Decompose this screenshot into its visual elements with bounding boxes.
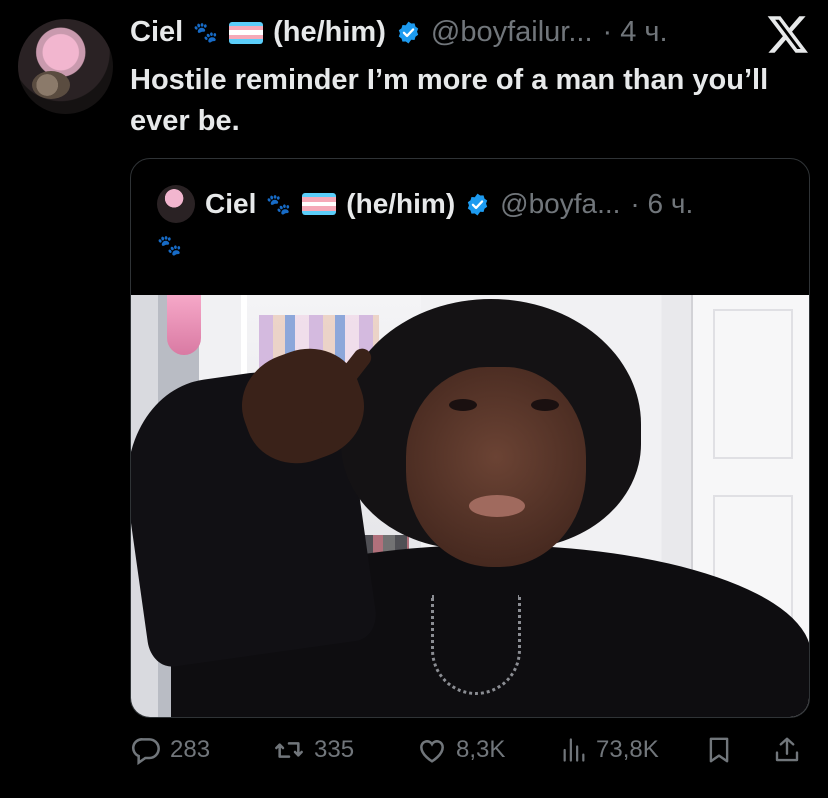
quoted-author-name[interactable]: Ciel <box>205 188 256 220</box>
retweet-count: 335 <box>314 736 355 763</box>
quoted-avatar[interactable] <box>157 185 195 223</box>
paw-icon: 🐾 <box>266 193 293 216</box>
views-count: 73,8K <box>596 736 659 763</box>
bookmark-icon <box>709 737 729 763</box>
x-logo-icon[interactable] <box>766 12 810 56</box>
verified-icon <box>398 21 419 44</box>
quoted-photo[interactable] <box>131 295 809 717</box>
quoted-header: Ciel 🐾 (he/him) @boyfa... · 6 ч. <box>157 185 693 223</box>
author-pronouns: (he/him) <box>273 16 386 48</box>
author-name[interactable]: Ciel <box>130 16 183 49</box>
trans-flag-icon <box>302 193 337 215</box>
verified-icon <box>467 193 488 215</box>
quoted-author-handle[interactable]: @boyfa... <box>500 188 620 220</box>
reply-icon <box>132 738 160 766</box>
reply-button[interactable]: 283 <box>130 734 210 766</box>
quoted-timestamp[interactable]: · 6 ч. <box>630 188 693 220</box>
photo-necklace <box>431 595 521 695</box>
paw-icon: 🐾 <box>157 235 182 257</box>
author-avatar[interactable] <box>18 19 113 114</box>
share-button[interactable] <box>772 734 802 766</box>
action-bar: 283 335 8,3K 73,8K <box>130 734 808 770</box>
paw-icon: 🐾 <box>193 22 220 44</box>
author-handle[interactable]: @boyfailur... <box>431 16 593 49</box>
like-button[interactable]: 8,3K <box>416 734 505 766</box>
photo-person-lips <box>469 495 525 517</box>
retweet-icon <box>275 742 303 758</box>
quoted-tweet[interactable]: Ciel 🐾 (he/him) @boyfa... · 6 ч. 🐾 <box>130 158 810 718</box>
trans-flag-icon <box>229 21 264 44</box>
tweet-header: Ciel 🐾 (he/him) @boyfailur... · 4 ч. <box>130 16 668 49</box>
reply-count: 283 <box>170 736 211 763</box>
retweet-button[interactable]: 335 <box>272 734 354 766</box>
photo-person-eye <box>531 399 559 411</box>
like-icon <box>420 740 444 763</box>
photo-person-eye <box>449 399 477 411</box>
tweet-text: Hostile reminder I’m more of a man than … <box>130 64 769 138</box>
like-count: 8,3K <box>456 736 506 763</box>
views-icon <box>563 738 585 762</box>
bookmark-button[interactable] <box>704 734 734 766</box>
views-button[interactable]: 73,8K <box>560 734 659 766</box>
tweet-timestamp[interactable]: · 4 ч. <box>603 16 668 49</box>
share-icon <box>775 737 799 762</box>
quoted-author-pronouns: (he/him) <box>346 188 456 219</box>
photo-person-face <box>406 367 586 567</box>
photo-decor <box>167 295 201 355</box>
